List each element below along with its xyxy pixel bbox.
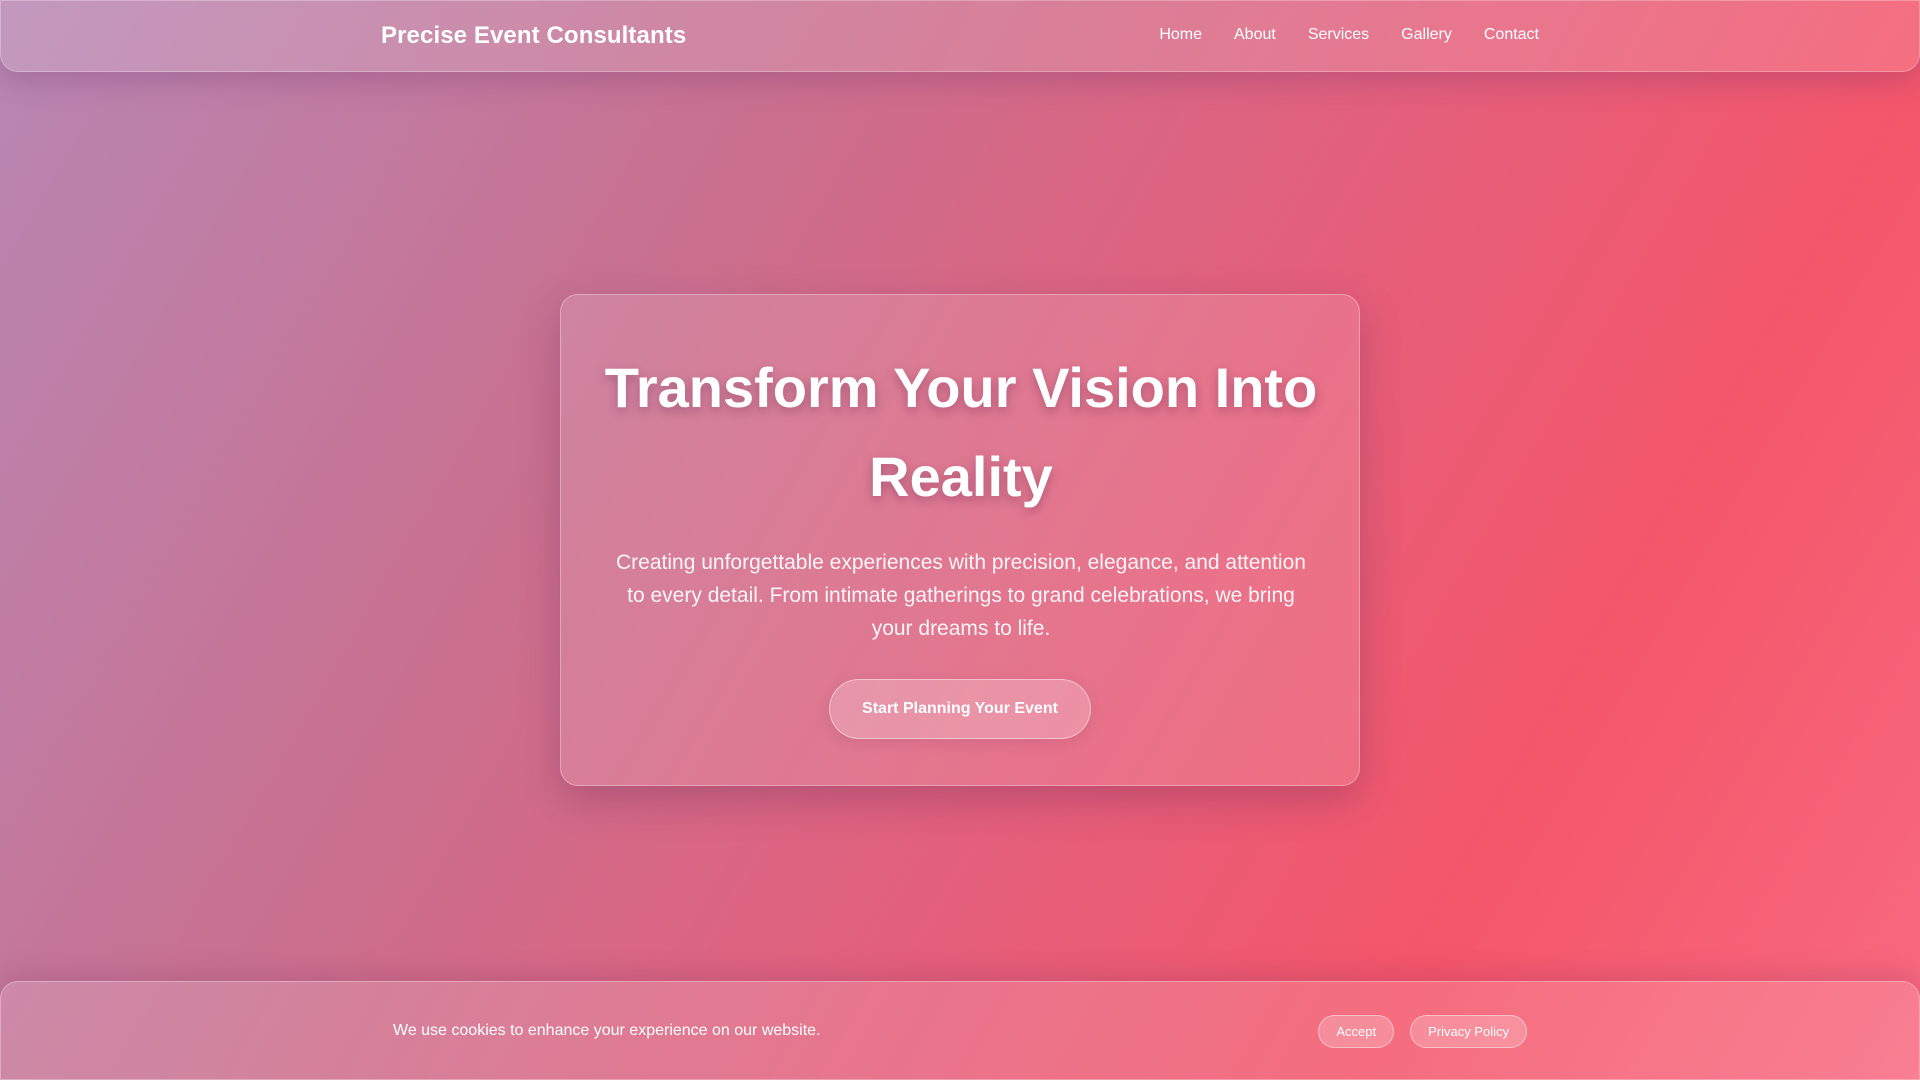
hero-title: Transform Your Vision Into Reality xyxy=(604,356,1318,508)
start-planning-button[interactable]: Start Planning Your Event xyxy=(829,679,1091,739)
cookie-consent-banner: We use cookies to enhance your experienc… xyxy=(0,981,1920,1080)
site-brand[interactable]: Precise Event Consultants xyxy=(381,22,686,50)
accept-cookies-button[interactable]: Accept xyxy=(1318,1015,1395,1048)
cookie-message: We use cookies to enhance your experienc… xyxy=(393,1022,821,1039)
main-navigation: Home About Services Gallery Contact xyxy=(1159,26,1539,44)
nav-link-services[interactable]: Services xyxy=(1308,26,1369,44)
nav-link-home[interactable]: Home xyxy=(1159,26,1202,44)
cookie-actions: Accept Privacy Policy xyxy=(1318,1015,1527,1048)
hero-card: Transform Your Vision Into Reality Creat… xyxy=(560,294,1360,786)
hero-description: Creating unforgettable experiences with … xyxy=(616,551,1306,640)
nav-link-contact[interactable]: Contact xyxy=(1484,26,1539,44)
nav-link-about[interactable]: About xyxy=(1234,26,1276,44)
privacy-policy-button[interactable]: Privacy Policy xyxy=(1410,1015,1527,1048)
nav-link-gallery[interactable]: Gallery xyxy=(1401,26,1452,44)
top-navigation-bar: Precise Event Consultants Home About Ser… xyxy=(0,0,1920,72)
